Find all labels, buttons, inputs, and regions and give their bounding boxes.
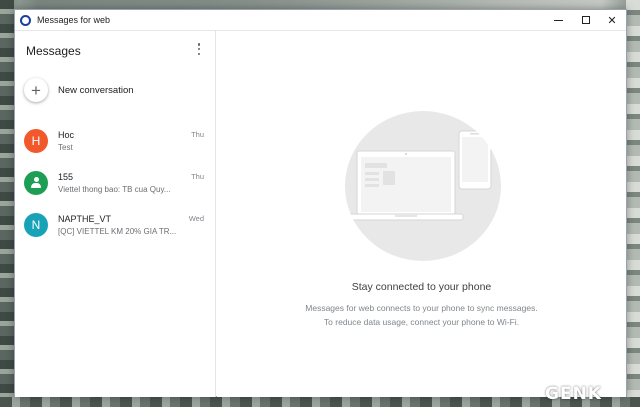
maximize-icon — [582, 16, 590, 24]
empty-state-description: Messages for web connects to your phone … — [217, 301, 626, 329]
sidebar: Messages + New conversation H Hoc Test T… — [15, 31, 216, 397]
conversation-snippet: [QC] VIETTEL KM 20% GIA TR... — [58, 227, 176, 236]
person-icon — [30, 177, 42, 189]
main-empty-state: Stay connected to your phone Messages fo… — [217, 31, 626, 397]
minimize-button[interactable] — [544, 10, 572, 30]
app-window: Messages for web ✕ Messages + New conver… — [14, 9, 627, 397]
title-bar[interactable]: Messages for web ✕ — [15, 10, 626, 31]
laptop-phone-icon — [348, 130, 492, 221]
conversation-snippet: Test — [58, 143, 73, 152]
conversation-name: NAPTHE_VT — [58, 214, 112, 224]
avatar-initial: H — [31, 134, 41, 148]
conversation-name: Hoc — [58, 130, 75, 140]
conversation-item-155[interactable]: 155 Viettel thong bao: TB cua Quy... Thu — [24, 168, 209, 200]
empty-state-title: Stay connected to your phone — [351, 281, 492, 293]
desktop-background-bottom — [0, 397, 640, 407]
desktop-background-left — [0, 0, 14, 407]
messages-app-icon — [20, 15, 31, 26]
empty-state-line-2: To reduce data usage, connect your phone… — [323, 317, 520, 327]
conversation-item-hoc[interactable]: H Hoc Test Thu — [24, 126, 209, 158]
close-icon: ✕ — [607, 14, 617, 27]
conversation-item-napthe-vt[interactable]: N NAPTHE_VT [QC] VIETTEL KM 20% GIA TR..… — [24, 210, 209, 242]
conversation-name: 155 — [58, 172, 74, 182]
minimize-icon — [553, 19, 563, 21]
maximize-button[interactable] — [572, 10, 600, 30]
new-conversation-label: New conversation — [58, 84, 134, 96]
window-title: Messages for web — [37, 15, 111, 25]
avatar — [24, 171, 48, 195]
desktop-background-right — [626, 0, 640, 407]
conversation-date: Wed — [188, 214, 204, 223]
avatar-initial: N — [31, 218, 41, 232]
avatar: H — [24, 129, 48, 153]
conversation-snippet: Viettel thong bao: TB cua Quy... — [58, 185, 171, 194]
conversation-date: Thu — [191, 172, 204, 181]
laptop-phone-illustration — [345, 111, 501, 261]
plus-icon: + — [24, 78, 48, 102]
genk-watermark-logo: GENK — [545, 384, 602, 404]
avatar: N — [24, 213, 48, 237]
conversation-date: Thu — [191, 130, 204, 139]
new-conversation-button[interactable]: + New conversation — [24, 76, 209, 104]
close-button[interactable]: ✕ — [598, 10, 626, 30]
sidebar-title: Messages — [26, 44, 81, 58]
empty-state-line-1: Messages for web connects to your phone … — [305, 303, 538, 313]
more-options-icon[interactable] — [195, 43, 203, 55]
